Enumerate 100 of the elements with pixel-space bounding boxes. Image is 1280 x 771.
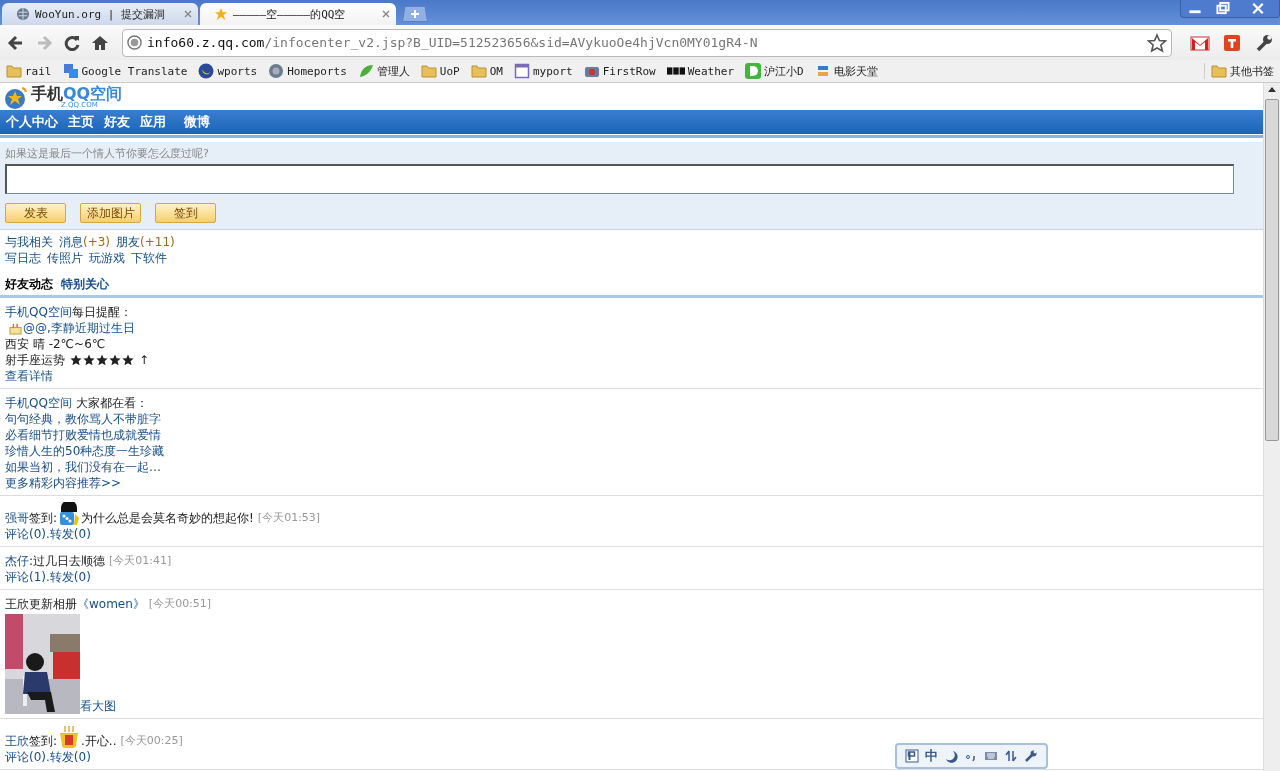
p-logo-icon[interactable] (905, 749, 919, 763)
user-link[interactable]: 王欣 (5, 733, 29, 749)
nav-link[interactable]: 好友 (104, 114, 130, 130)
album-update-text: 王欣更新相册 (5, 596, 77, 612)
browser-tab[interactable]: WooYun.org | 提交漏洞 (2, 3, 198, 25)
blocks-icon (666, 66, 685, 76)
bookmark-label: wports (217, 64, 258, 78)
bookmark-item[interactable]: 管理人 (357, 63, 410, 79)
timestamp: [今天01:41] (109, 553, 172, 569)
t-logo-icon[interactable] (1222, 32, 1242, 53)
nav-link[interactable]: 应用 (140, 114, 166, 130)
post-text-field[interactable] (5, 164, 1234, 194)
checkin-label: 签到: (29, 510, 58, 526)
folder-icon (420, 63, 437, 79)
folder-icon (470, 63, 487, 79)
nav-link[interactable]: 玩游戏 (89, 250, 125, 266)
folder-icon (6, 63, 22, 79)
globe-icon (16, 7, 30, 21)
prompt-text: 如果这是最后一个情人节你要怎么度过呢? (5, 146, 210, 162)
action-button[interactable]: 发表 (5, 203, 66, 223)
tab-title: —————空—————的QQ空 (233, 6, 347, 22)
more-link[interactable]: 更多精彩内容推荐>> (5, 475, 122, 491)
nav-link[interactable]: 朋友(+11) (116, 234, 175, 250)
close-icon[interactable] (184, 10, 192, 18)
bookmark-item[interactable]: myport (513, 63, 573, 79)
nav-link[interactable]: 写日志 (5, 250, 41, 266)
star-icon (122, 354, 134, 366)
arrows-icon[interactable] (1004, 749, 1018, 763)
comment-share-link[interactable]: 评论(0).转发(0) (5, 749, 91, 765)
input-mode-toggle[interactable]: 中 (925, 747, 938, 765)
bookmark-item[interactable]: FirstRow (583, 63, 656, 79)
bookmark-item[interactable]: UoP (420, 63, 460, 79)
folder-icon (1211, 63, 1227, 79)
bookmark-item[interactable]: Google Translate (62, 63, 188, 79)
bookmark-label: 沪江小D (764, 63, 804, 79)
globe-icon (127, 35, 142, 50)
user-link[interactable]: 强哥 (5, 510, 29, 526)
nav-link[interactable]: 与我相关 (5, 234, 53, 250)
star-logo-icon (4, 85, 28, 110)
close-icon[interactable] (382, 10, 390, 18)
birthday-link[interactable]: @@,李静近期过生日 (23, 320, 135, 336)
comment-share-link[interactable]: 评论(1).转发(0) (5, 569, 91, 585)
article-link[interactable]: 如果当初，我们没有在一起… (5, 459, 161, 475)
bookmark-item[interactable]: 其他书签 (1204, 63, 1274, 79)
action-button[interactable]: 签到 (155, 203, 216, 223)
tab-title: WooYun.org | 提交漏洞 (35, 6, 167, 22)
keyboard-icon[interactable] (984, 749, 998, 763)
window-icon (513, 63, 530, 79)
bookmark-label: 其他书签 (1230, 63, 1274, 79)
leaf-icon (357, 63, 374, 79)
nav-link[interactable]: 个人中心 (6, 114, 58, 130)
scrollbar[interactable] (1263, 83, 1280, 771)
letter-d-icon (745, 63, 762, 79)
post-text: :过几日去顺德 (29, 553, 106, 569)
bookmark-star-icon[interactable] (1147, 32, 1167, 53)
new-tab-button[interactable] (402, 6, 428, 22)
bookmark-label: 管理人 (376, 63, 410, 79)
star-icon (109, 354, 121, 366)
star-icon (83, 354, 95, 366)
bookmark-label: Homeports (287, 64, 347, 78)
bookmark-item[interactable]: wports (198, 63, 258, 79)
bookmark-item[interactable]: rail (6, 63, 52, 79)
bookmark-label: FirstRow (602, 64, 656, 78)
article-link[interactable]: 句句经典，教你骂人不带脏字 (5, 411, 161, 427)
article-link[interactable]: 必看细节打败爱情也成就爱情 (5, 427, 161, 443)
bookmark-item[interactable]: Weather (666, 64, 735, 78)
bookmark-label: 电影天堂 (833, 63, 878, 79)
album-link[interactable]: 《women》 (77, 596, 145, 612)
notice-title: 手机QQ空间每日提醒： (5, 304, 133, 320)
moon-icon (198, 63, 215, 79)
settings-icon[interactable] (1024, 749, 1038, 763)
bookmark-item[interactable]: Homeports (268, 63, 347, 79)
scrollbar-thumb[interactable] (1265, 99, 1279, 441)
nav-link[interactable]: 主页 (68, 114, 94, 130)
recommend-title: 手机QQ空间 大家都在看： (5, 395, 149, 411)
article-link[interactable]: 珍惜人生的50种态度一生珍藏 (5, 443, 165, 459)
bookmark-item[interactable]: 沪江小D (745, 63, 804, 79)
view-large-link[interactable]: 看大图 (80, 698, 116, 714)
bookmark-label: myport (532, 64, 573, 78)
bookmark-label: UoP (439, 64, 460, 78)
nav-link[interactable]: 传照片 (47, 250, 83, 266)
address-bar[interactable]: info60.z.qq.com/infocenter_v2.jsp?B_UID=512523656&sid=AVykuoOe4hjVcn0MY01gR4-N (122, 28, 1172, 57)
feed-tab[interactable]: 特别关心 (61, 276, 109, 292)
bookmark-item[interactable]: OM (470, 63, 503, 79)
settings-icon[interactable] (1254, 32, 1274, 53)
weather-text: 西安 晴 -2℃~6℃ (5, 336, 107, 352)
globe-icon (268, 63, 285, 79)
details-link[interactable]: 查看详情 (5, 368, 53, 384)
bookmark-item[interactable]: 电影天堂 (814, 63, 878, 79)
action-button[interactable]: 添加图片 (80, 203, 141, 223)
moon-icon[interactable] (944, 749, 958, 763)
trend-arrow: ↑ (139, 352, 150, 368)
nav-link[interactable]: 消息(+3) (59, 234, 111, 250)
checkin-label: 签到: (29, 733, 58, 749)
browser-tab[interactable]: —————空—————的QQ空 (200, 3, 396, 25)
nav-link[interactable]: 下软件 (131, 250, 167, 266)
comment-share-link[interactable]: 评论(0).转发(0) (5, 526, 91, 542)
nav-link[interactable]: 微博 (184, 114, 210, 130)
user-link[interactable]: 杰仔 (5, 553, 29, 569)
feed-tab[interactable]: 好友动态 (5, 276, 53, 292)
